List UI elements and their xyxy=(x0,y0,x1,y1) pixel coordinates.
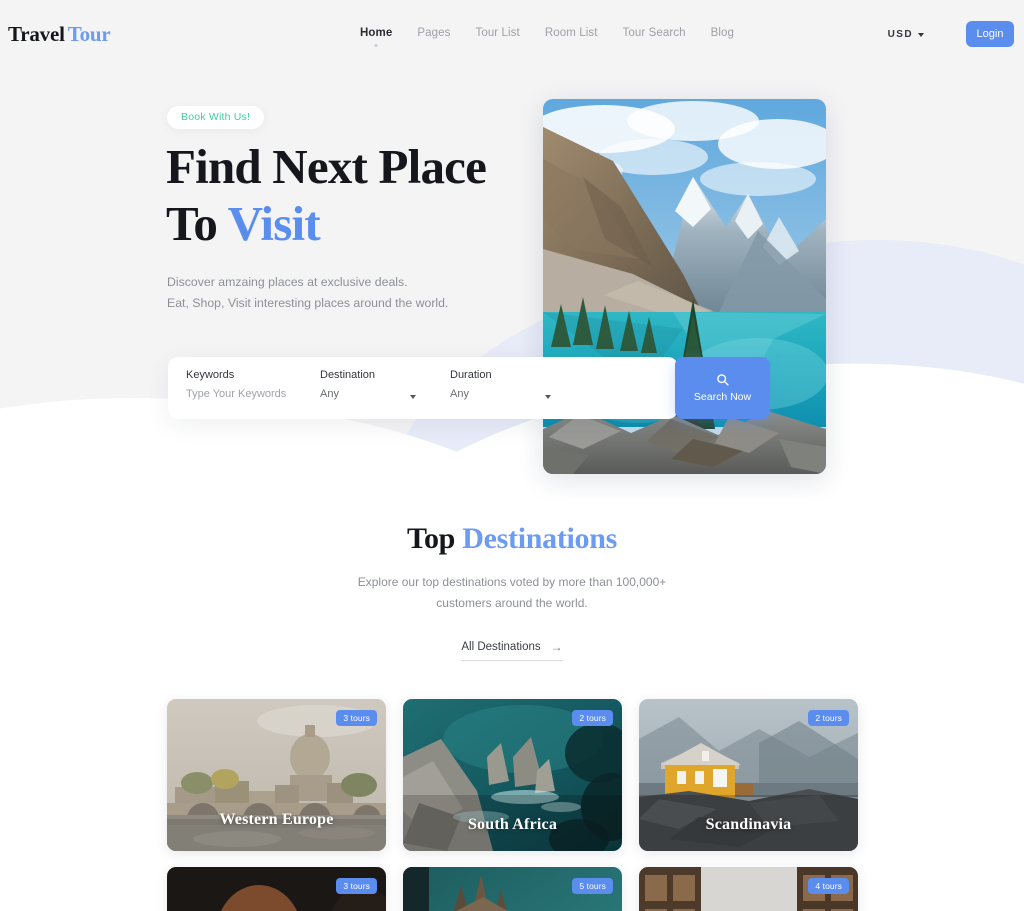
card-badge: 3 tours xyxy=(336,878,377,894)
card-badge: 3 tours xyxy=(336,710,377,726)
search-field-destination[interactable]: Destination Any xyxy=(302,357,432,419)
logo-text-primary: Travel xyxy=(8,22,65,46)
hero-title-line2-accent: Visit xyxy=(227,196,321,251)
hero-title-line2-plain: To xyxy=(166,196,228,251)
page-root: Travel Tour Home Pages Tour List Room Lis… xyxy=(0,0,1024,911)
hero-desc-line2: Eat, Shop, Visit interesting places arou… xyxy=(167,296,449,310)
destination-card-row2-3[interactable]: 4 tours xyxy=(639,867,858,911)
destination-card-south-africa[interactable]: 2 tours South Africa xyxy=(403,699,622,851)
section-title-plain: Top xyxy=(407,522,463,555)
section-title: Top Destinations xyxy=(0,522,1024,556)
card-title: South Africa xyxy=(467,816,558,833)
subtitle-line2: customers around the world. xyxy=(436,596,588,610)
hero-title-line1: Find Next Place xyxy=(166,139,487,194)
chevron-down-icon[interactable] xyxy=(545,395,551,399)
section-subtitle: Explore our top destinations voted by mo… xyxy=(0,572,1024,614)
chevron-down-icon[interactable] xyxy=(410,395,416,399)
duration-label: Duration xyxy=(450,369,492,381)
destination-card-row2-1[interactable]: 3 tours xyxy=(167,867,386,911)
nav-item-pages[interactable]: Pages xyxy=(417,27,450,41)
destination-label: Destination xyxy=(320,369,376,381)
currency-selector[interactable]: USD xyxy=(888,29,924,40)
section-title-accent: Destinations xyxy=(462,522,617,555)
arrow-right-icon: → xyxy=(550,640,563,654)
destination-card-grid: 3 tours Western Europe 2 tours South Afr… xyxy=(167,699,859,911)
nav-label: Home xyxy=(360,27,393,39)
hero-description: Discover amzaing places at exclusive dea… xyxy=(167,272,567,314)
card-title: Scandinavia xyxy=(705,816,792,833)
login-button[interactable]: Login xyxy=(966,21,1014,47)
all-destinations-label: All Destinations xyxy=(461,641,541,653)
search-button-label: Search Now xyxy=(693,391,752,403)
keywords-label: Keywords xyxy=(186,369,235,381)
all-destinations-wrap: All Destinations → xyxy=(0,640,1024,661)
destination-card-row2-2[interactable]: 5 tours xyxy=(403,867,622,911)
destination-card-western-europe[interactable]: 3 tours Western Europe xyxy=(167,699,386,851)
currency-label: USD xyxy=(887,29,913,40)
site-header: Travel Tour Home Pages Tour List Room Lis… xyxy=(0,0,1024,68)
destination-card-scandinavia[interactable]: 2 tours Scandinavia xyxy=(639,699,858,851)
nav-item-tour-search[interactable]: Tour Search xyxy=(623,27,686,41)
card-badge: 2 tours xyxy=(572,710,613,726)
page-title: Find Next Place To Visit xyxy=(166,138,586,252)
nav-item-blog[interactable]: Blog xyxy=(711,27,734,41)
tour-search-form: Keywords Type Your Keywords Destination … xyxy=(168,357,770,419)
search-field-keywords[interactable]: Keywords Type Your Keywords xyxy=(168,357,302,419)
hero-badge: Book With Us! xyxy=(167,106,265,129)
nav-item-tour-list[interactable]: Tour List xyxy=(475,27,519,41)
nav-item-room-list[interactable]: Room List xyxy=(545,27,598,41)
search-input-keywords[interactable]: Type Your Keywords xyxy=(186,388,302,400)
all-destinations-link[interactable]: All Destinations → xyxy=(461,640,563,661)
card-badge: 4 tours xyxy=(808,878,849,894)
search-now-button[interactable]: Search Now xyxy=(675,357,770,419)
active-dot-icon xyxy=(374,44,378,47)
main-navigation: Home Pages Tour List Room List Tour Sear… xyxy=(360,27,734,47)
search-field-duration[interactable]: Duration Any xyxy=(432,357,567,419)
card-badge: 5 tours xyxy=(572,878,613,894)
logo[interactable]: Travel Tour xyxy=(8,22,111,47)
top-destinations-section: Top Destinations Explore our top destina… xyxy=(0,500,1024,661)
hero-desc-line1: Discover amzaing places at exclusive dea… xyxy=(167,275,408,289)
search-icon xyxy=(717,374,729,386)
subtitle-line1: Explore our top destinations voted by mo… xyxy=(357,575,667,589)
hero-section: Book With Us! Find Next Place To Visit D… xyxy=(0,0,1024,500)
logo-text-accent: Tour xyxy=(67,22,111,46)
chevron-down-icon xyxy=(918,32,924,37)
nav-item-home[interactable]: Home xyxy=(360,27,393,47)
card-badge: 2 tours xyxy=(808,710,849,726)
card-title: Western Europe xyxy=(219,811,334,828)
